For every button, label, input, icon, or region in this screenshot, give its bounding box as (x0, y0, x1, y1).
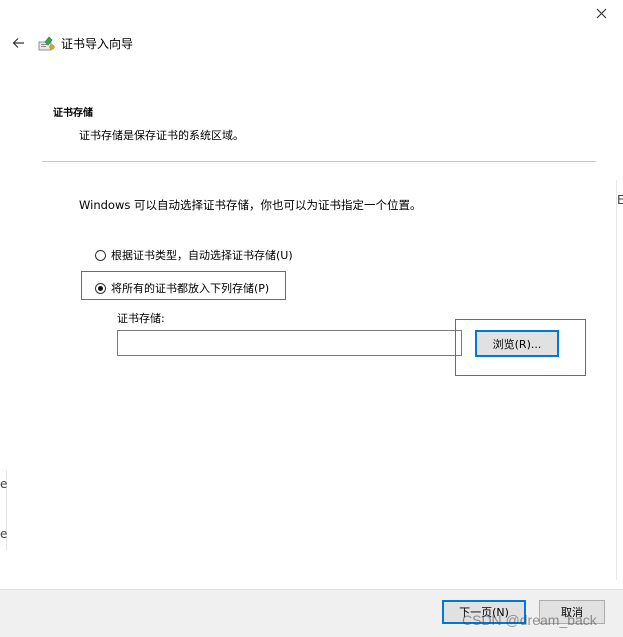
back-arrow-icon (12, 38, 24, 48)
radio-label: 将所有的证书都放入下列存储(P) (111, 282, 270, 295)
back-button[interactable] (9, 33, 27, 53)
cancel-button[interactable]: 取消 (539, 600, 605, 624)
divider (42, 161, 596, 162)
certificate-import-wizard: E e e 证书导入向导 证书存储 证书存储是保存证书的系统区域。 Window… (0, 0, 623, 637)
radio-auto-select-store[interactable]: 根据证书类型，自动选择证书存储(U) (95, 247, 293, 263)
close-icon (596, 8, 606, 18)
store-label: 证书存储: (117, 312, 165, 325)
section-description: 证书存储是保存证书的系统区域。 (79, 129, 244, 142)
section-title: 证书存储 (53, 108, 93, 119)
background-text: e (0, 477, 8, 491)
close-button[interactable] (588, 2, 614, 24)
intro-text: Windows 可以自动选择证书存储，你也可以为证书指定一个位置。 (79, 198, 422, 212)
window-title: 证书导入向导 (61, 37, 134, 51)
radio-label: 根据证书类型，自动选择证书存储(U) (111, 249, 293, 262)
certificate-icon (38, 36, 55, 51)
radio-button[interactable] (95, 249, 106, 261)
next-button[interactable]: 下一页(N) (442, 600, 526, 624)
background-text: e (0, 527, 8, 541)
browse-button[interactable]: 浏览(R)... (475, 330, 559, 357)
footer-bar (0, 589, 623, 637)
radio-place-in-store[interactable]: 将所有的证书都放入下列存储(P) (95, 280, 269, 296)
background-text: E (617, 193, 623, 207)
background-window-edge (616, 180, 623, 580)
radio-button[interactable] (95, 282, 106, 294)
certificate-store-input[interactable] (117, 330, 462, 356)
